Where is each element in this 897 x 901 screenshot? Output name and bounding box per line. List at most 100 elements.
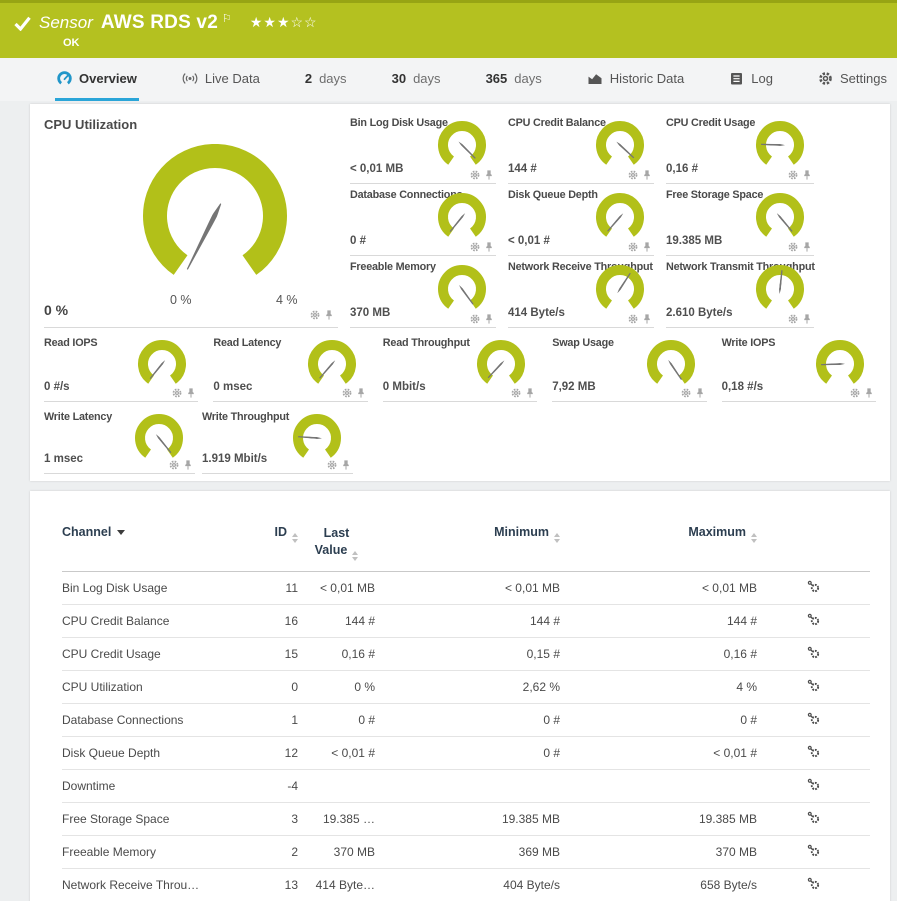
pin-icon[interactable] (802, 242, 812, 252)
gauge-dial (752, 263, 808, 315)
channel-minimum: 0 # (375, 703, 560, 736)
gear-icon[interactable] (470, 242, 480, 252)
gauge-cell-read-throughput[interactable]: Read Throughput 0 Mbit/s (383, 332, 537, 402)
pin-icon[interactable] (183, 460, 193, 470)
gauge-cell-network-transmit-throughput[interactable]: Network Transmit Throughput 2.610 Byte/s (666, 256, 814, 328)
channel-link[interactable]: CPU Utilization (62, 670, 232, 703)
pin-icon[interactable] (186, 388, 196, 398)
channel-link[interactable]: Bin Log Disk Usage (62, 571, 232, 604)
tab-overview[interactable]: Overview (55, 58, 139, 101)
channel-link[interactable]: CPU Credit Balance (62, 604, 232, 637)
gauge-value: 19.385 MB (666, 235, 722, 247)
pin-icon[interactable] (642, 170, 652, 180)
gauge-cell-database-connections[interactable]: Database Connections 0 # (350, 184, 496, 256)
column-header-last-value[interactable]: LastValue (298, 515, 375, 571)
gear-icon[interactable] (169, 460, 179, 470)
channel-last-value: 414 Byte… (298, 868, 375, 901)
edit-channel-icon[interactable] (807, 646, 820, 659)
gear-icon[interactable] (628, 314, 638, 324)
gear-icon[interactable] (327, 460, 337, 470)
pin-icon[interactable] (356, 388, 366, 398)
gauge-cell-swap-usage[interactable]: Swap Usage 7,92 MB (552, 332, 706, 402)
edit-channel-icon[interactable] (807, 745, 820, 758)
channel-link[interactable]: Disk Queue Depth (62, 736, 232, 769)
gear-icon[interactable] (511, 388, 521, 398)
sort-icon (554, 533, 560, 543)
pin-icon[interactable] (802, 314, 812, 324)
tab-30-days[interactable]: 30days (390, 58, 443, 101)
pin-icon[interactable] (642, 314, 652, 324)
gear-icon[interactable] (628, 242, 638, 252)
edit-channel-icon[interactable] (807, 877, 820, 890)
gauge-cell-free-storage-space[interactable]: Free Storage Space 19.385 MB (666, 184, 814, 256)
column-header-id[interactable]: ID (232, 515, 298, 571)
gear-icon[interactable] (628, 170, 638, 180)
gauge-cell-network-receive-throughput[interactable]: Network Receive Throughput 414 Byte/s (508, 256, 654, 328)
pin-icon[interactable] (802, 170, 812, 180)
gauge-cell-freeable-memory[interactable]: Freeable Memory 370 MB (350, 256, 496, 328)
edit-channel-icon[interactable] (807, 778, 820, 791)
pin-icon[interactable] (484, 314, 494, 324)
tab-365-days[interactable]: 365days (484, 58, 544, 101)
tab-settings[interactable]: Settings (816, 58, 889, 101)
gear-icon[interactable] (788, 314, 798, 324)
gear-icon[interactable] (172, 388, 182, 398)
gauge-cell-cpu-credit-usage[interactable]: CPU Credit Usage 0,16 # (666, 112, 814, 184)
gear-icon[interactable] (850, 388, 860, 398)
tab-live-data[interactable]: Live Data (180, 58, 262, 101)
gauge-value: < 0,01 MB (350, 163, 403, 175)
pin-icon[interactable] (484, 170, 494, 180)
column-header-minimum[interactable]: Minimum (375, 515, 560, 571)
column-header-edit (757, 515, 870, 571)
gear-icon[interactable] (681, 388, 691, 398)
gear-icon[interactable] (788, 242, 798, 252)
gauge-dial (135, 144, 295, 294)
priority-stars[interactable]: ★★★☆☆ (250, 14, 318, 31)
gauge-dial (289, 412, 345, 464)
gauge-cell-write-throughput[interactable]: Write Throughput 1.919 Mbit/s (202, 406, 353, 474)
edit-channel-icon[interactable] (807, 580, 820, 593)
column-header-channel[interactable]: Channel (62, 515, 232, 571)
gauge-cell-bin-log-disk-usage[interactable]: Bin Log Disk Usage < 0,01 MB (350, 112, 496, 184)
tab-2-days[interactable]: 2days (303, 58, 349, 101)
pin-icon[interactable] (484, 242, 494, 252)
gauge-cell-cpu-credit-balance[interactable]: CPU Credit Balance 144 # (508, 112, 654, 184)
gear-icon[interactable] (342, 388, 352, 398)
pin-icon[interactable] (864, 388, 874, 398)
gear-icon[interactable] (470, 170, 480, 180)
channel-link[interactable]: Free Storage Space (62, 802, 232, 835)
channel-link[interactable]: Freeable Memory (62, 835, 232, 868)
channel-link[interactable]: CPU Credit Usage (62, 637, 232, 670)
priority-flag-icon[interactable]: ⚐ (222, 12, 232, 25)
channel-minimum: 404 Byte/s (375, 868, 560, 901)
edit-channel-icon[interactable] (807, 613, 820, 626)
gear-icon[interactable] (310, 310, 320, 320)
edit-channel-icon[interactable] (807, 712, 820, 725)
gauge-cell-read-iops[interactable]: Read IOPS 0 #/s (44, 332, 198, 402)
pin-icon[interactable] (525, 388, 535, 398)
channel-link[interactable]: Database Connections (62, 703, 232, 736)
pin-icon[interactable] (695, 388, 705, 398)
gauge-value: 0,18 #/s (722, 381, 764, 393)
pin-icon[interactable] (642, 242, 652, 252)
gauge-cell-write-latency[interactable]: Write Latency 1 msec (44, 406, 195, 474)
edit-channel-icon[interactable] (807, 811, 820, 824)
gauge-cell-write-iops[interactable]: Write IOPS 0,18 #/s (722, 332, 876, 402)
column-header-maximum[interactable]: Maximum (560, 515, 757, 571)
channel-link[interactable]: Downtime (62, 769, 232, 802)
tab-historic-data[interactable]: Historic Data (585, 58, 686, 101)
gauge-icon (57, 71, 72, 86)
channel-link[interactable]: Network Receive Throu… (62, 868, 232, 901)
channel-minimum: < 0,01 MB (375, 571, 560, 604)
channels-table-panel: Channel ID LastValue Minimum Maximum Bin… (30, 491, 890, 901)
gauge-cell-disk-queue-depth[interactable]: Disk Queue Depth < 0,01 # (508, 184, 654, 256)
gauge-cell-read-latency[interactable]: Read Latency 0 msec (213, 332, 367, 402)
tab-log[interactable]: Log (727, 58, 775, 101)
gauge-cell-cpu-utilization[interactable]: CPU Utilization 0 % 4 % 0 % (44, 112, 338, 328)
gear-icon[interactable] (788, 170, 798, 180)
pin-icon[interactable] (341, 460, 351, 470)
edit-channel-icon[interactable] (807, 844, 820, 857)
gear-icon[interactable] (470, 314, 480, 324)
pin-icon[interactable] (324, 310, 334, 320)
edit-channel-icon[interactable] (807, 679, 820, 692)
